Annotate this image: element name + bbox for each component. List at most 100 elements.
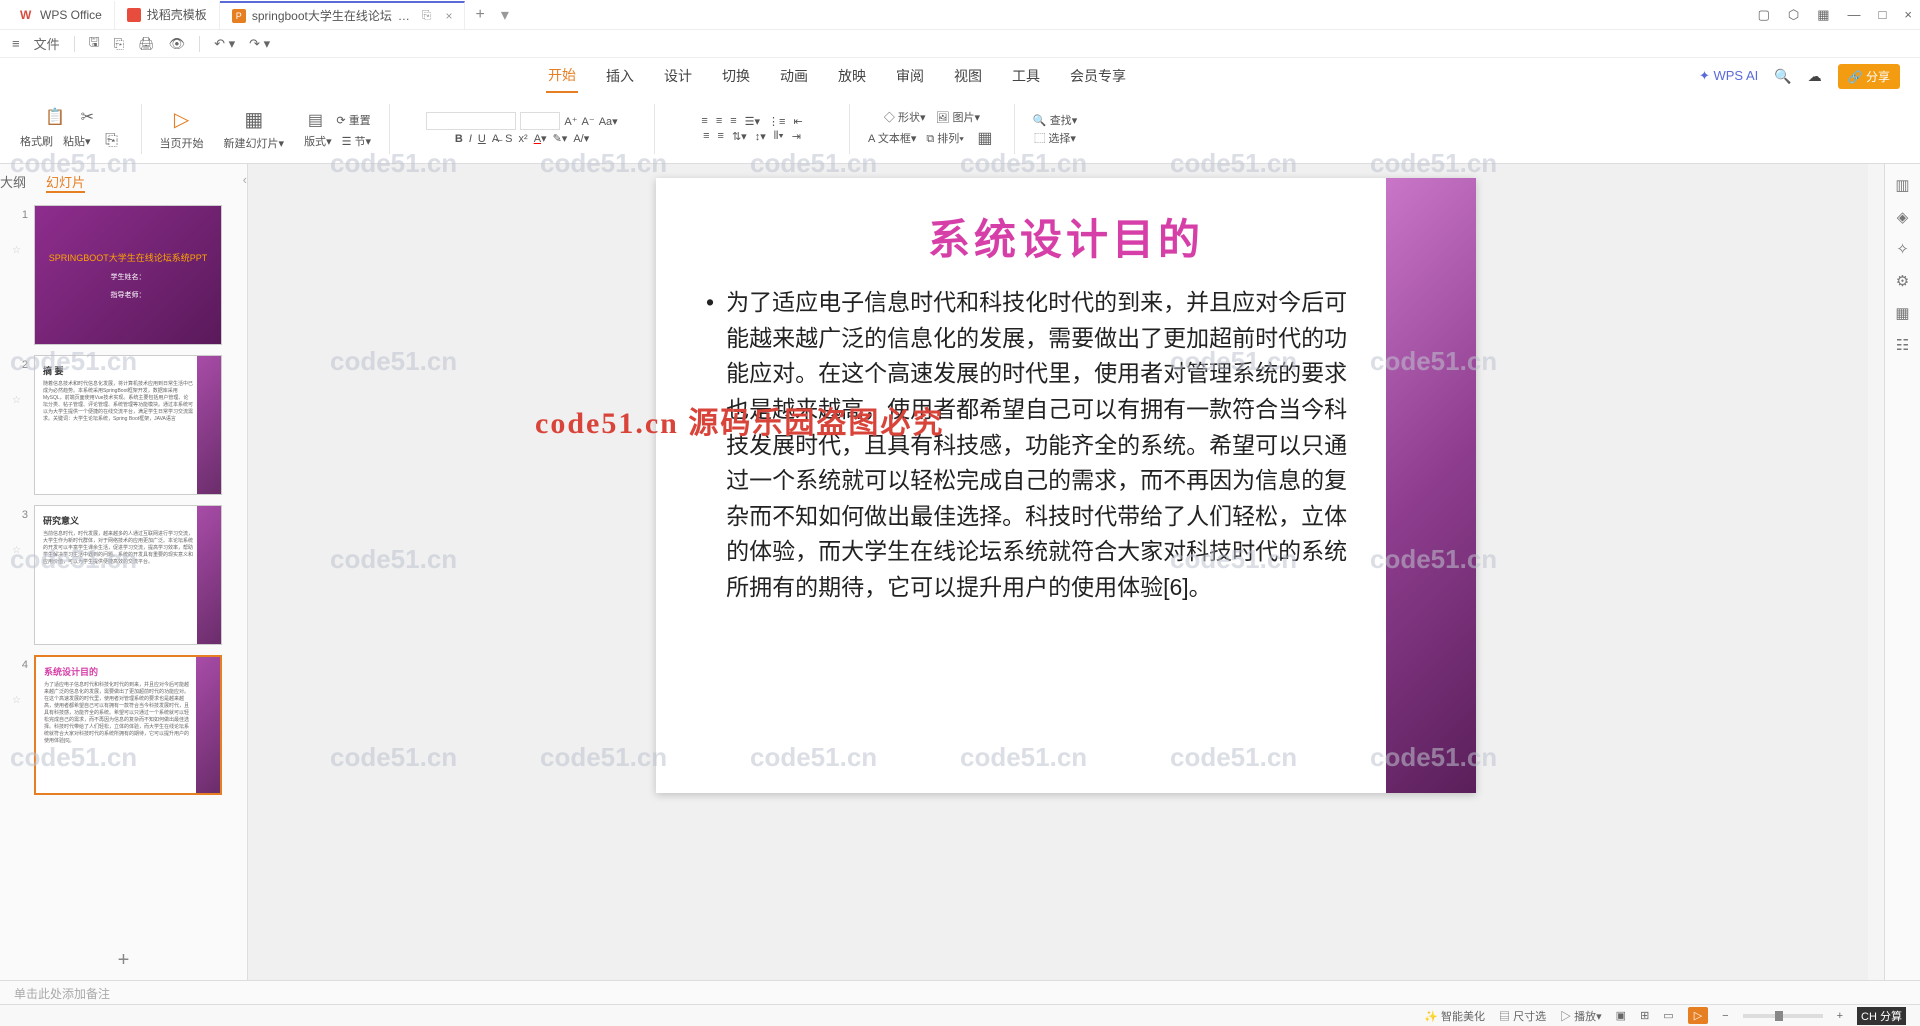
tool-icon-2[interactable]: ◈	[1897, 208, 1909, 226]
notes-pane[interactable]: 单击此处添加备注	[0, 980, 1920, 1004]
smart-beautify-button[interactable]: ✨ 智能美化	[1424, 1008, 1485, 1024]
find-button[interactable]: 🔍 查找▾	[1033, 112, 1077, 128]
new-slide-icon[interactable]: ▦	[241, 107, 267, 133]
text-direction-icon[interactable]: ↕▾	[755, 130, 766, 143]
thumbnail-3[interactable]: 研究意义当前信息时代，时代发展，越来越多的人通过互联网进行学习交流，大学生作为新…	[34, 505, 222, 645]
reset-button[interactable]: ⟳ 重置	[336, 112, 370, 128]
star-icon[interactable]: ☆	[12, 671, 26, 706]
close-tab-icon[interactable]: ×	[445, 9, 452, 23]
star-icon[interactable]: ☆	[12, 371, 26, 406]
columns-icon[interactable]: ⫴▾	[774, 130, 784, 143]
picture-button[interactable]: 🖼 图片▾	[936, 109, 981, 125]
minimize-icon[interactable]: —	[1848, 7, 1861, 23]
styles-icon[interactable]: ▦	[974, 127, 996, 149]
textbox-button[interactable]: A 文本框▾	[868, 130, 916, 146]
arrange-button[interactable]: ⧉ 排列▾	[926, 130, 964, 146]
underline-icon[interactable]: U	[478, 133, 486, 145]
section-button[interactable]: ☰ 节▾	[342, 133, 371, 149]
window-icon-2[interactable]: ⬡	[1788, 7, 1799, 23]
indent-increase-icon[interactable]: ⇥	[792, 130, 801, 143]
cloud-icon[interactable]: ☁	[1808, 68, 1822, 85]
change-case-icon[interactable]: Aa▾	[599, 115, 618, 128]
menu-tools[interactable]: 工具	[1010, 60, 1042, 92]
zoom-slider[interactable]	[1743, 1014, 1823, 1018]
redo-icon[interactable]: ↷ ▾	[249, 36, 270, 52]
highlight-icon[interactable]: ✎▾	[553, 132, 568, 145]
menu-design[interactable]: 设计	[662, 60, 694, 92]
window-icon-1[interactable]: ▢	[1758, 7, 1770, 23]
menu-animation[interactable]: 动画	[778, 60, 810, 92]
tool-icon-6[interactable]: ☷	[1896, 336, 1909, 354]
thumbnail-2[interactable]: 摘 要随着信息技术和时代信息化发展，将计算机技术应用到日常生活中已成为必然趋势。…	[34, 355, 222, 495]
select-button[interactable]: ⬚ 选择▾	[1034, 130, 1076, 146]
menu-view[interactable]: 视图	[952, 60, 984, 92]
italic-icon[interactable]: I	[469, 133, 472, 145]
cut-icon[interactable]: ✂	[76, 106, 98, 128]
increase-font-icon[interactable]: A⁺	[564, 115, 577, 128]
align-left-icon[interactable]: ≡	[701, 115, 707, 127]
strikethrough-icon[interactable]: A̶	[492, 133, 499, 145]
zoom-in-icon[interactable]: +	[1837, 1010, 1843, 1022]
template-button[interactable]: ▤ 尺寸选	[1499, 1008, 1546, 1024]
close-window-icon[interactable]: ×	[1904, 7, 1912, 23]
view-normal-icon[interactable]: ▣	[1616, 1009, 1626, 1022]
align-right-icon[interactable]: ≡	[730, 115, 736, 127]
print-icon[interactable]: 🖨	[138, 36, 155, 52]
search-icon[interactable]: 🔍	[1774, 68, 1791, 85]
export-icon[interactable]: ⎘	[114, 36, 124, 52]
thumbnail-1[interactable]: SPRINGBOOT大学生在线论坛系统PPT 学生姓名： 指导老师：	[34, 205, 222, 345]
tab-template[interactable]: 找稻壳模板	[115, 1, 220, 29]
menu-member[interactable]: 会员专享	[1068, 60, 1128, 92]
shape-button[interactable]: ◇ 形状▾	[884, 109, 926, 125]
line-spacing-icon[interactable]: ⇅▾	[732, 130, 747, 143]
indent-decrease-icon[interactable]: ⇤	[793, 115, 802, 128]
play-from-current-icon[interactable]: ▷	[169, 107, 195, 133]
font-color-icon[interactable]: A▾	[534, 132, 547, 145]
decrease-font-icon[interactable]: A⁻	[582, 115, 595, 128]
vertical-scrollbar[interactable]	[1868, 164, 1884, 980]
thumbnail-4[interactable]: 系统设计目的为了适应电子信息时代和科技化时代的到来，并且应对今后可能越来越广泛的…	[34, 655, 222, 795]
preview-icon[interactable]: 👁	[169, 36, 186, 52]
align-justify-icon[interactable]: ≡	[703, 130, 709, 142]
outline-tab[interactable]: 大纲	[0, 172, 26, 193]
view-slideshow-icon[interactable]: ▷	[1688, 1007, 1708, 1024]
maximize-icon[interactable]: □	[1879, 7, 1887, 23]
tool-icon-4[interactable]: ⚙	[1896, 272, 1909, 290]
tool-icon-3[interactable]: ✧	[1896, 240, 1909, 258]
tool-icon-1[interactable]: ▥	[1895, 176, 1909, 194]
font-size-select[interactable]	[520, 112, 560, 130]
menu-review[interactable]: 审阅	[894, 60, 926, 92]
wps-ai-button[interactable]: ✦ WPS AI	[1699, 68, 1758, 84]
tool-icon-5[interactable]: ▦	[1895, 304, 1909, 322]
star-icon[interactable]: ☆	[12, 221, 26, 256]
copy-icon[interactable]: 📋	[44, 106, 66, 128]
add-tab-button[interactable]: +	[465, 6, 494, 24]
play-button[interactable]: ▷ 播放▾	[1560, 1008, 1602, 1024]
menu-start[interactable]: 开始	[546, 59, 578, 93]
window-icon-3[interactable]: ▦	[1817, 7, 1829, 23]
view-sorter-icon[interactable]: ⊞	[1640, 1009, 1649, 1022]
share-button[interactable]: 🔗 分享	[1838, 64, 1900, 89]
strike-icon[interactable]: S	[505, 133, 512, 145]
format-painter-button[interactable]: 格式刷	[20, 133, 53, 149]
numbering-icon[interactable]: ⋮≡	[768, 115, 785, 128]
tab-document[interactable]: Pspringboot大学生在线论坛…⎘×	[220, 1, 466, 29]
save-icon[interactable]: 🖫	[89, 33, 100, 55]
bullets-icon[interactable]: ☰▾	[745, 115, 760, 128]
align-dist-icon[interactable]: ≡	[718, 130, 724, 142]
slide[interactable]: 系统设计目的 •为了适应电子信息时代和科技化时代的到来，并且应对今后可能越来越广…	[656, 178, 1476, 793]
tab-wps-office[interactable]: WWPS Office	[8, 1, 115, 29]
star-icon[interactable]: ☆	[12, 521, 26, 556]
zoom-out-icon[interactable]: −	[1722, 1010, 1728, 1022]
lang-indicator[interactable]: CH 分算	[1857, 1007, 1906, 1025]
font-family-select[interactable]	[426, 112, 516, 130]
add-slide-button[interactable]: +	[0, 941, 247, 980]
paste-button[interactable]: 粘贴▾	[63, 133, 91, 149]
slides-tab[interactable]: 幻灯片	[46, 172, 85, 193]
clear-format-icon[interactable]: A/▾	[573, 132, 589, 145]
file-menu[interactable]: 文件	[34, 34, 60, 53]
bold-icon[interactable]: B	[455, 133, 463, 145]
clipboard-icon[interactable]: ⎘	[101, 130, 123, 152]
undo-icon[interactable]: ↶ ▾	[214, 36, 235, 52]
layout-button[interactable]: 版式▾	[304, 133, 332, 149]
